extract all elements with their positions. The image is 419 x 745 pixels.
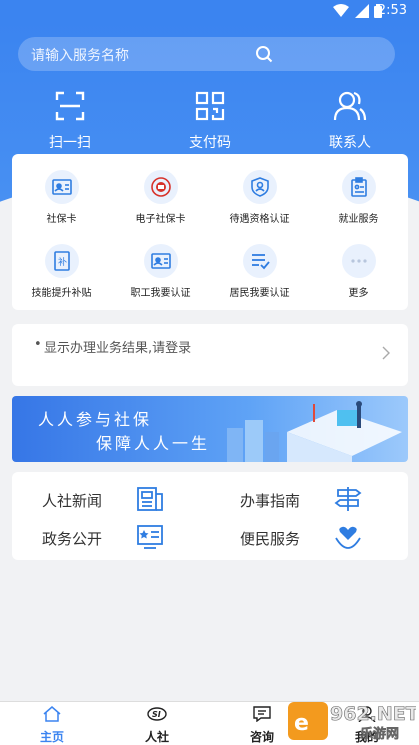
service-label: 就业服务 (338, 214, 379, 225)
service-label: 待遇资格认证 (229, 214, 290, 225)
links-panel: 人社新闻 办事指南 政务公开 便民服务 (12, 472, 408, 560)
service-employment[interactable]: 就业服务 (309, 170, 408, 225)
subsidy-icon: 补 (53, 251, 70, 271)
search-bar[interactable]: 请输入服务名称 (18, 37, 395, 71)
id-card-icon (51, 179, 72, 195)
scan-icon (55, 91, 85, 121)
svg-text:补: 补 (58, 256, 67, 268)
link-news[interactable]: 人社新闻 (12, 484, 192, 514)
checklist-icon (251, 254, 270, 270)
heart-hand-icon (335, 526, 361, 549)
si-logo-icon: SI (147, 707, 167, 721)
service-label: 居民我要认证 (229, 288, 290, 299)
service-e-social-card[interactable]: 电子社保卡 (111, 170, 210, 225)
service-resident-auth[interactable]: 居民我要认证 (210, 244, 309, 299)
notice-text: 显示办理业务结果,请登录 (44, 341, 192, 356)
tab-social-label: 人社 (144, 730, 169, 744)
link-public-affairs[interactable]: 政务公开 (12, 522, 192, 552)
pay-code-button[interactable]: 支付码 (170, 90, 250, 152)
status-time: 2:53 (377, 3, 407, 18)
news-icon (137, 487, 163, 511)
link-convenience[interactable]: 便民服务 (210, 522, 390, 552)
service-label: 更多 (348, 288, 369, 299)
service-label: 电子社保卡 (135, 214, 186, 225)
link-news-label: 人社新闻 (42, 492, 103, 510)
scan-button[interactable]: 扫一扫 (30, 90, 110, 152)
id-card-icon (150, 253, 171, 269)
signal-icon (355, 4, 369, 18)
tab-consult-label: 咨询 (249, 730, 274, 744)
home-icon (43, 706, 61, 722)
link-guide-label: 办事指南 (240, 492, 301, 510)
watermark-text: 962.NET (330, 703, 416, 725)
watermark-subtext: 乐游网 (360, 726, 399, 742)
shield-person-icon (250, 177, 269, 197)
notice-board-icon (137, 525, 163, 549)
site-watermark: e 962.NET 乐游网 (288, 696, 419, 742)
service-social-card[interactable]: 社保卡 (12, 170, 111, 225)
signpost-icon (334, 487, 362, 511)
search-icon[interactable] (255, 45, 273, 63)
service-more[interactable]: 更多 (309, 244, 408, 299)
notice-bullet: • (34, 337, 42, 352)
tab-consult[interactable]: 咨询 (232, 706, 292, 745)
promo-banner[interactable]: 人人参与社保 保障人人一生 (12, 396, 408, 462)
link-public-affairs-label: 政务公开 (42, 530, 103, 548)
chevron-right-icon (382, 346, 390, 360)
link-convenience-label: 便民服务 (240, 530, 301, 548)
contacts-label: 联系人 (329, 135, 371, 151)
pay-code-label: 支付码 (189, 135, 231, 151)
chat-icon (253, 706, 271, 723)
tab-social[interactable]: SI 人社 (127, 706, 187, 745)
service-skill-subsidy[interactable]: 补 技能提升补贴 (12, 244, 111, 299)
tab-home-label: 主页 (39, 730, 64, 744)
service-benefit-qualification[interactable]: 待遇资格认证 (210, 170, 309, 225)
more-icon (350, 259, 367, 263)
service-label: 技能提升补贴 (31, 288, 92, 299)
clipboard-icon (350, 177, 367, 197)
e-social-card-icon (150, 177, 171, 197)
scan-label: 扫一扫 (49, 135, 91, 151)
search-input[interactable]: 请输入服务名称 (31, 45, 129, 65)
contacts-icon (333, 91, 367, 121)
svg-text:SI: SI (152, 710, 161, 719)
login-notice[interactable]: • 显示办理业务结果,请登录 (12, 324, 408, 386)
contacts-button[interactable]: 联系人 (310, 90, 390, 152)
link-guide[interactable]: 办事指南 (210, 484, 390, 514)
service-label: 职工我要认证 (130, 288, 191, 299)
banner-line-2: 保障人人一生 (96, 434, 211, 453)
city-illustration (227, 401, 402, 462)
service-label: 社保卡 (46, 214, 77, 225)
banner-line-1: 人人参与社保 (38, 410, 153, 429)
tab-home[interactable]: 主页 (22, 706, 82, 745)
wifi-icon (333, 4, 349, 17)
status-bar: 2:53 (0, 0, 419, 22)
service-worker-auth[interactable]: 职工我要认证 (111, 244, 210, 299)
qrcode-icon (195, 91, 225, 121)
svg-text:e: e (294, 711, 309, 736)
services-panel: 社保卡 电子社保卡 待遇资格认证 就业服务 补 技能提升补贴 职工我要认证 居民… (12, 154, 408, 310)
